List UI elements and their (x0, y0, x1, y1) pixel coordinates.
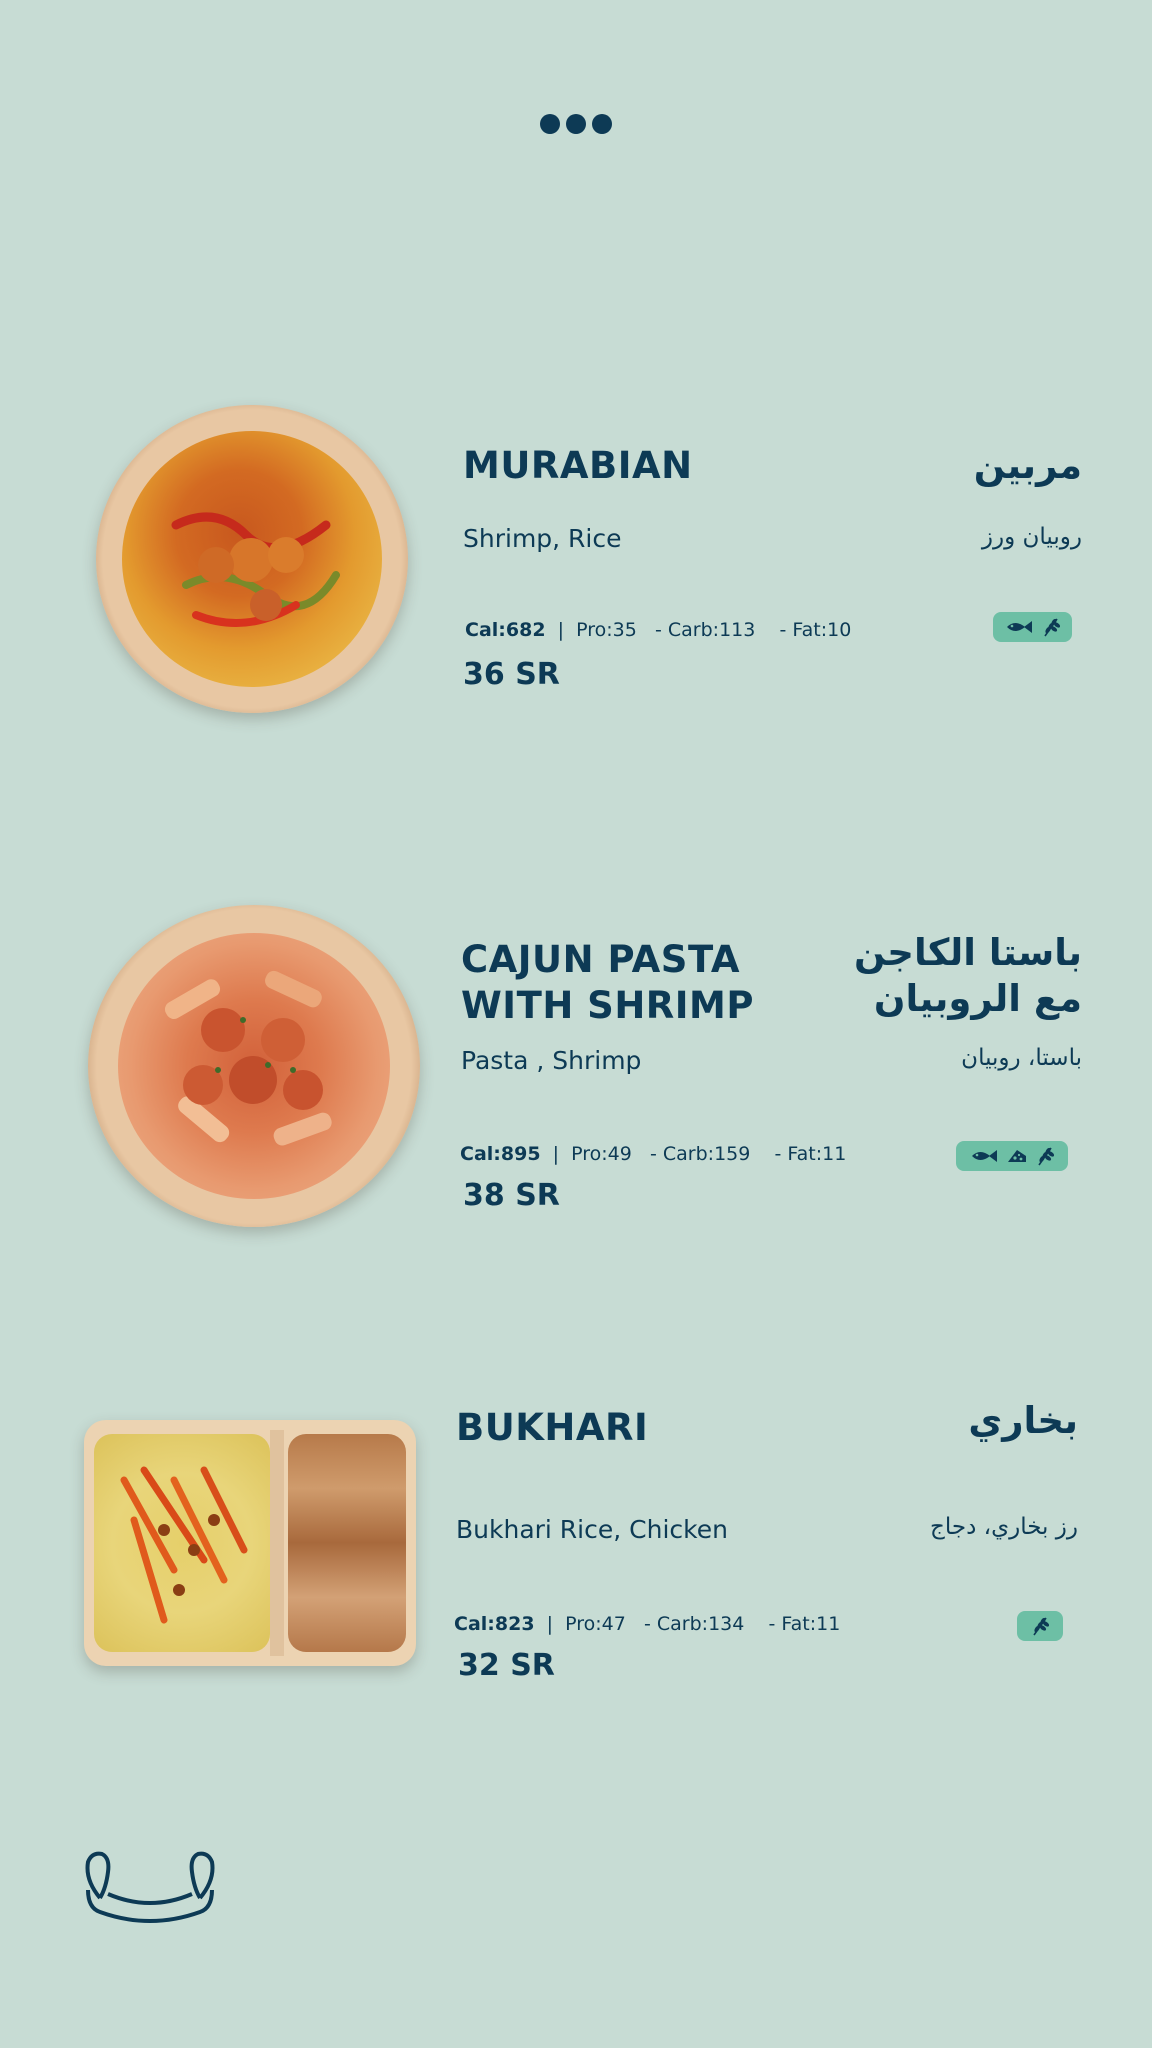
calories: Cal:895 (460, 1143, 541, 1165)
dish-garnish (120, 1466, 248, 1624)
dish-garnish (171, 512, 340, 627)
item-name-en: MURABIAN (463, 444, 693, 487)
protein: Pro:49 (571, 1143, 632, 1165)
dot (566, 114, 586, 134)
brand-logo-icon (85, 1851, 215, 1923)
allergen-badge (993, 612, 1072, 642)
item-description-en: Pasta , Shrimp (461, 1046, 642, 1075)
dish-photo (96, 405, 408, 713)
dish-chicken (288, 1434, 406, 1652)
protein: Pro:35 (576, 619, 637, 641)
allergen-badge (956, 1141, 1068, 1171)
carbs: - Carb:113 (655, 619, 756, 641)
item-name-ar: مربين (973, 444, 1082, 487)
item-name-ar: بخاري (968, 1399, 1078, 1442)
dish-photo (84, 1420, 416, 1666)
item-name-en: BUKHARI (456, 1406, 649, 1449)
item-name-en: CAJUN PASTA WITH SHRIMP (461, 938, 754, 1027)
allergen-badge (1017, 1611, 1063, 1641)
fish-icon (972, 1150, 997, 1162)
separator: | (551, 619, 571, 641)
carbs: - Carb:159 (650, 1143, 751, 1165)
dish-photo (88, 905, 420, 1227)
wheat-icon (1044, 618, 1060, 637)
item-description-en: Bukhari Rice, Chicken (456, 1515, 728, 1544)
nutrition-info: Cal:682 | Pro:35 - Carb:113 - Fat:10 (465, 619, 851, 641)
nutrition-info: Cal:823 | Pro:47 - Carb:134 - Fat:11 (454, 1613, 840, 1635)
separator: | (540, 1613, 560, 1635)
nutrition-info: Cal:895 | Pro:49 - Carb:159 - Fat:11 (460, 1143, 846, 1165)
wheat-icon (1033, 1617, 1049, 1636)
item-description-en: Shrimp, Rice (463, 524, 622, 553)
fat: - Fat:10 (779, 619, 852, 641)
item-description-ar: رز بخاري، دجاج (930, 1514, 1078, 1540)
dot (592, 114, 612, 134)
dish-garnish (164, 970, 332, 1146)
price: 32 SR (458, 1648, 555, 1683)
carbs: - Carb:134 (644, 1613, 745, 1635)
calories: Cal:823 (454, 1613, 535, 1635)
item-description-ar: باستا، روبيان (961, 1045, 1082, 1071)
dot (540, 114, 560, 134)
more-options-icon[interactable] (540, 114, 612, 134)
fat: - Fat:11 (768, 1613, 841, 1635)
item-name-ar: باستا الكاجن مع الروبيان (854, 931, 1082, 1020)
price: 38 SR (463, 1178, 560, 1213)
calories: Cal:682 (465, 619, 546, 641)
wheat-icon (1038, 1147, 1054, 1166)
tray-divider (270, 1430, 284, 1656)
item-description-ar: روبيان ورز (981, 524, 1082, 550)
price: 36 SR (463, 657, 560, 692)
separator: | (546, 1143, 566, 1165)
cheese-icon (1008, 1150, 1026, 1162)
fat: - Fat:11 (774, 1143, 847, 1165)
protein: Pro:47 (565, 1613, 626, 1635)
fish-icon (1007, 621, 1032, 633)
